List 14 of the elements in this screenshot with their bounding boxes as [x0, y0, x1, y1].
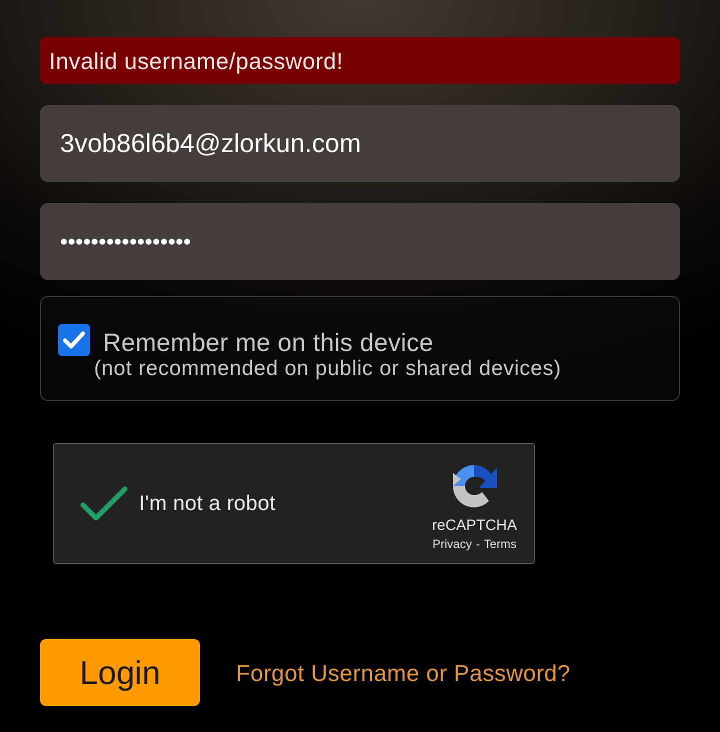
forgot-link[interactable]: Forgot Username or Password?: [236, 660, 570, 686]
email-field[interactable]: 3vob86l6b4@zlorkun.com: [40, 105, 680, 182]
captcha-link[interactable]: Privacy: [432, 537, 472, 552]
checkbox[interactable]: [58, 324, 90, 356]
remember-label: Remember me on this device: [103, 329, 434, 357]
password-field[interactable]: •••••••••••••••••: [40, 203, 680, 280]
link-separator: -: [476, 537, 480, 552]
captcha-label: I'm not a robot: [139, 490, 276, 516]
remember-note: (not recommended on public or shared devices): [94, 357, 562, 381]
captcha-brand: reCAPTCHA: [432, 517, 517, 535]
checkmark-icon[interactable]: [80, 486, 128, 522]
captcha-link[interactable]: Terms: [484, 537, 516, 552]
login-button[interactable]: Login: [40, 639, 200, 706]
error-message: Invalid username/password!: [49, 48, 344, 74]
